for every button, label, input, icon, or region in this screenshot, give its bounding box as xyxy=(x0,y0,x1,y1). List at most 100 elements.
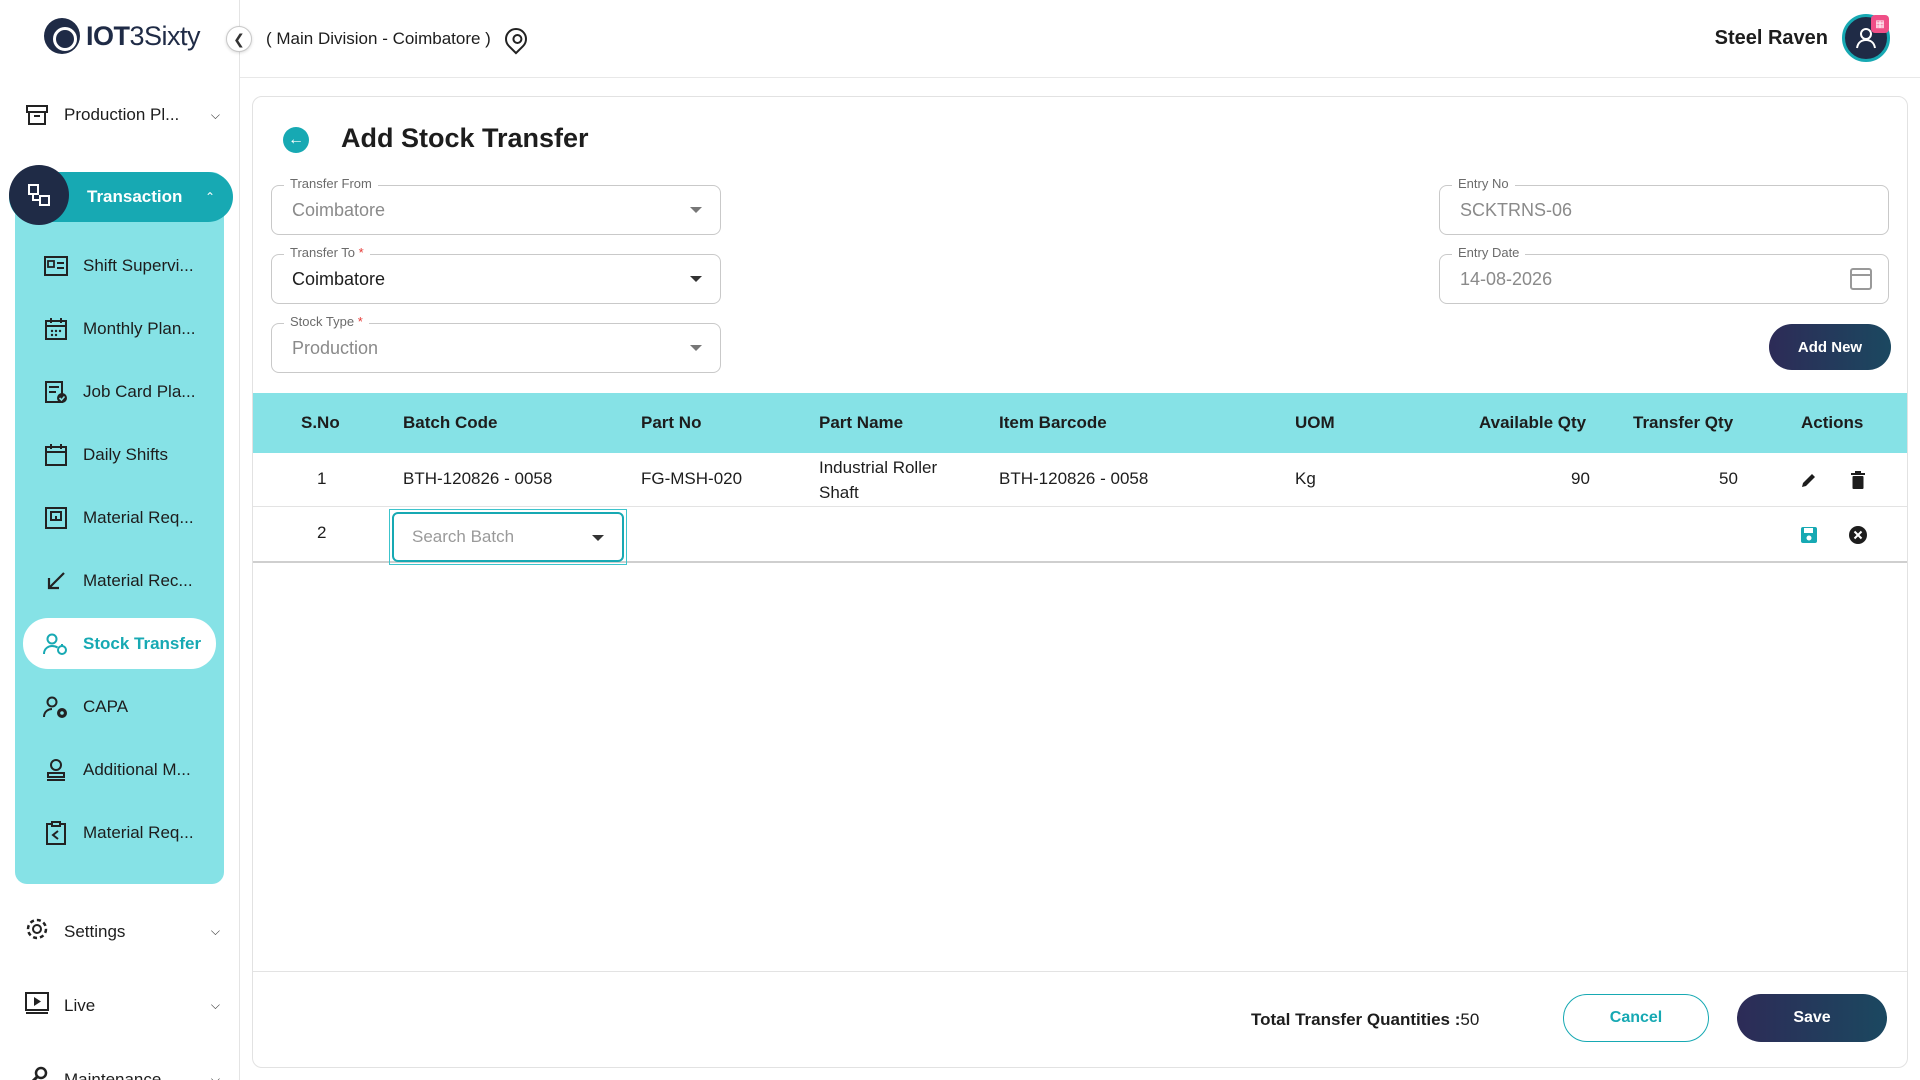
sidebar-item-label: Monthly Plan... xyxy=(83,318,196,338)
field-value: SCKTRNS-06 xyxy=(1460,200,1573,220)
entry-no-field[interactable]: Entry No SCKTRNS-06 xyxy=(1439,176,1889,235)
caret-down-icon[interactable] xyxy=(592,535,604,541)
caret-down-icon xyxy=(690,345,702,351)
avatar[interactable]: ▦ xyxy=(1842,14,1890,62)
column-header: Actions xyxy=(1801,413,1864,432)
clipboard-arrow-icon xyxy=(43,820,69,846)
column-header: Item Barcode xyxy=(999,413,1107,432)
sidebar-item-label: Maintenance xyxy=(64,1069,162,1080)
id-card-icon xyxy=(43,253,69,279)
gear-icon xyxy=(24,916,50,947)
logo[interactable]: IOT3Sixty xyxy=(44,18,201,54)
sidebar-item-production-plan[interactable]: Production Pl... ⌵ xyxy=(24,102,220,128)
division-selector[interactable]: ( Main Division - Coimbatore ) xyxy=(266,23,532,55)
cell-batch-code: BTH-120826 - 0058 xyxy=(403,469,553,488)
sidebar-item-label: Additional M... xyxy=(83,759,191,779)
division-label: ( Main Division - Coimbatore ) xyxy=(266,29,491,48)
column-header: Transfer Qty xyxy=(1633,413,1734,432)
arrow-down-left-icon xyxy=(43,568,69,594)
table-row: 1 BTH-120826 - 0058 FG-MSH-020 Industria… xyxy=(253,453,1907,507)
sidebar-item-label: Live xyxy=(64,995,96,1015)
sidebar-item-job-card-plan[interactable]: Job Card Pla... xyxy=(15,360,224,423)
logo-text: IOT3Sixty xyxy=(86,20,201,51)
sidebar-item-label: Material Req... xyxy=(83,507,194,527)
add-new-button[interactable]: Add New xyxy=(1769,324,1891,370)
user-menu[interactable]: Steel Raven ▦ xyxy=(1715,14,1890,62)
field-label: Transfer From xyxy=(284,176,378,191)
transfer-to-select[interactable]: Transfer To * Coimbatore xyxy=(271,245,721,304)
sidebar-item-material-receipt[interactable]: Material Rec... xyxy=(15,549,224,612)
search-batch-input[interactable] xyxy=(392,512,624,562)
save-button[interactable]: Save xyxy=(1737,994,1887,1042)
sidebar-item-shift-supervisor[interactable]: Shift Supervi... xyxy=(15,234,224,297)
user-gear-icon xyxy=(43,694,69,720)
transfer-from-select[interactable]: Transfer From Coimbatore xyxy=(271,176,721,235)
chevron-down-icon: ⌵ xyxy=(210,924,220,938)
field-value: Coimbatore xyxy=(292,200,386,220)
sidebar-item-label: Daily Shifts xyxy=(83,444,169,464)
sidebar-item-maintenance[interactable]: Maintenance ⌵ xyxy=(24,1064,220,1080)
archive-icon xyxy=(26,105,48,125)
chevron-left-icon: ❮ xyxy=(233,30,245,47)
calendar-icon[interactable] xyxy=(1850,268,1872,290)
sidebar-item-live[interactable]: Live ⌵ xyxy=(24,990,220,1021)
sidebar-item-label: Transaction xyxy=(87,187,183,206)
user-stamp-icon xyxy=(43,757,69,783)
cell-part-name: Industrial Roller Shaft xyxy=(819,458,938,502)
page-title: Add Stock Transfer xyxy=(341,123,589,153)
cancel-button[interactable]: Cancel xyxy=(1563,994,1709,1042)
user-name: Steel Raven xyxy=(1714,26,1828,49)
column-header: Available Qty xyxy=(1479,413,1587,432)
field-value: Production xyxy=(292,338,379,358)
delete-trash-icon[interactable] xyxy=(1847,469,1869,491)
field-label: Entry Date xyxy=(1452,245,1526,260)
transaction-submenu: Shift Supervi... Monthly Plan... Job Car… xyxy=(15,234,224,864)
wrench-icon xyxy=(24,1064,50,1080)
sidebar-item-stock-transfer[interactable]: Stock Transfer xyxy=(23,618,216,669)
cell-available-qty: 90 xyxy=(1571,469,1590,488)
logo-gear-icon xyxy=(44,18,80,54)
column-header: Batch Code xyxy=(403,413,498,432)
cancel-x-circle-icon[interactable] xyxy=(1847,524,1869,546)
stock-transfer-card: ← Add Stock Transfer Transfer From Coimb… xyxy=(252,96,1908,1068)
sidebar-item-material-request[interactable]: Material Req... xyxy=(15,486,224,549)
chevron-up-icon: ⌃ xyxy=(204,190,215,204)
location-pin-icon[interactable] xyxy=(500,23,532,55)
sidebar-item-label: Production Pl... xyxy=(64,105,180,124)
notification-badge-icon[interactable]: ▦ xyxy=(1871,15,1889,33)
sidebar-item-monthly-plan[interactable]: Monthly Plan... xyxy=(15,297,224,360)
cell-sno: 1 xyxy=(317,469,327,488)
sidebar-collapse-button[interactable]: ❮ xyxy=(226,26,252,52)
cell-part-no: FG-MSH-020 xyxy=(641,469,743,488)
chevron-down-icon: ⌵ xyxy=(210,998,220,1012)
caret-down-icon xyxy=(690,276,702,282)
stock-type-select[interactable]: Stock Type * Production xyxy=(271,314,721,373)
app-root: IOT3Sixty Production Pl... ⌵ Transaction… xyxy=(0,0,1920,1080)
play-screen-icon xyxy=(24,990,50,1021)
transaction-icon xyxy=(9,164,69,225)
sidebar: IOT3Sixty Production Pl... ⌵ Transaction… xyxy=(0,0,240,1080)
chevron-down-icon: ⌵ xyxy=(210,107,220,122)
top-header: ( Main Division - Coimbatore ) Steel Rav… xyxy=(240,0,1920,78)
calendar-grid-icon xyxy=(43,316,69,342)
column-header: S.No xyxy=(301,413,340,432)
sidebar-item-material-return[interactable]: Material Req... xyxy=(15,801,224,864)
user-transfer-icon xyxy=(43,631,69,657)
field-value: Coimbatore xyxy=(292,269,386,289)
back-arrow-icon[interactable]: ← xyxy=(283,127,309,153)
transaction-group: Transaction ⌃ Shift Supervi... Monthly P… xyxy=(9,164,233,884)
calendar-icon xyxy=(43,442,69,468)
entry-date-field[interactable]: Entry Date 14-08-2026 xyxy=(1439,245,1889,304)
caret-down-icon xyxy=(690,207,702,213)
cell-sno: 2 xyxy=(317,523,327,542)
sidebar-item-settings[interactable]: Settings ⌵ xyxy=(24,916,220,947)
sidebar-item-additional-material[interactable]: Additional M... xyxy=(15,738,224,801)
checklist-icon xyxy=(43,379,69,405)
edit-pencil-icon[interactable] xyxy=(1798,469,1820,491)
sidebar-item-daily-shifts[interactable]: Daily Shifts xyxy=(15,423,224,486)
form-footer: Total Transfer Quantities :50 Cancel Sav… xyxy=(253,971,1907,1067)
sidebar-item-capa[interactable]: CAPA xyxy=(15,675,224,738)
calendar-box-icon xyxy=(43,505,69,531)
sidebar-item-transaction[interactable]: Transaction ⌃ xyxy=(9,164,233,225)
save-floppy-icon[interactable] xyxy=(1798,524,1820,546)
